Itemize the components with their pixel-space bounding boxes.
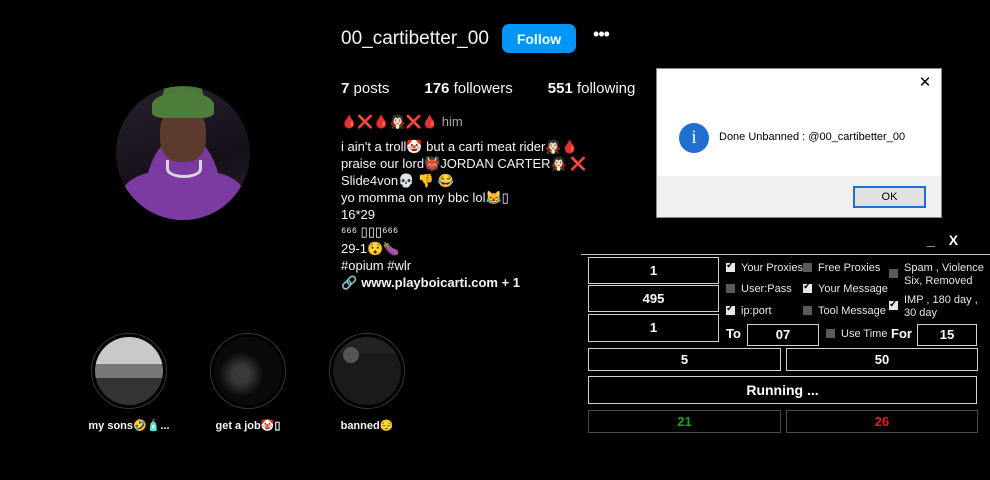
spam-checkbox[interactable]: Spam , Violence Six, Removed — [889, 262, 989, 288]
bio-line: 29-1😯🍆 — [341, 241, 400, 256]
counter-field-3[interactable]: 1 — [588, 314, 719, 342]
counter-field-2[interactable]: 495 — [588, 285, 719, 312]
ip-port-checkbox[interactable]: ip:port — [726, 303, 772, 317]
to-input[interactable]: 07 — [747, 324, 819, 346]
profile-avatar[interactable] — [116, 86, 250, 220]
highlight-ring — [329, 333, 405, 409]
highlight-ring — [210, 333, 286, 409]
use-time-checkbox[interactable]: Use Time — [826, 328, 887, 340]
bio-line: yo momma on my bbc lol😹▯ — [341, 190, 509, 205]
bio-pronouns: 🩸❌🩸🧛🏻❌🩸 him — [341, 114, 463, 129]
checkbox-box[interactable] — [726, 303, 735, 315]
info-icon: i — [679, 123, 709, 153]
posts-count[interactable]: 7 posts — [341, 80, 389, 97]
unban-dialog: ✕ i Done Unbanned : @00_cartibetter_00 O… — [656, 68, 942, 218]
profile-bio: 🩸❌🩸🧛🏻❌🩸 him i ain't a troll🤡 but a carti… — [341, 113, 591, 291]
panel-window-controls: _ X — [927, 232, 972, 248]
profile-username: 00_cartibetter_00 — [341, 28, 489, 49]
highlight-item[interactable]: get a job🤡▯ — [203, 333, 293, 432]
ok-button[interactable]: OK — [853, 186, 926, 208]
checkbox-box[interactable] — [826, 329, 835, 338]
dialog-close-icon[interactable]: ✕ — [917, 73, 933, 91]
left-value-field[interactable]: 5 — [588, 348, 781, 371]
bio-line: i ain't a troll🤡 but a carti meat rider🧛… — [341, 139, 578, 154]
follow-button[interactable]: Follow — [502, 24, 576, 53]
checkbox-box[interactable] — [726, 260, 735, 272]
fail-count: 26 — [786, 410, 978, 433]
panel-close-button[interactable]: X — [949, 232, 958, 248]
bio-line: #opium #wlr — [341, 258, 412, 273]
tool-message-checkbox[interactable]: Tool Message — [803, 305, 886, 317]
your-proxies-checkbox[interactable]: Your Proxies — [726, 260, 803, 274]
to-label: To — [726, 326, 741, 341]
right-value-field[interactable]: 50 — [786, 348, 978, 371]
profile-stats: 7 posts 176 followers 551 following — [341, 80, 670, 97]
highlight-thumbnail — [333, 337, 401, 405]
checkbox-box[interactable] — [889, 269, 898, 278]
highlight-thumbnail — [95, 337, 163, 405]
checkbox-box[interactable] — [803, 306, 812, 315]
free-proxies-checkbox[interactable]: Free Proxies — [803, 262, 880, 274]
dialog-message: Done Unbanned : @00_cartibetter_00 — [719, 131, 906, 143]
checkbox-box[interactable] — [889, 298, 898, 311]
dialog-body: i Done Unbanned : @00_cartibetter_00 — [657, 95, 941, 177]
for-label: For — [891, 326, 912, 341]
your-message-checkbox[interactable]: Your Message — [803, 281, 888, 295]
following-count[interactable]: 551 following — [548, 80, 636, 97]
highlight-label: get a job🤡▯ — [215, 420, 281, 432]
bio-line: ⁶⁶⁶ ▯▯▯⁶⁶⁶ — [341, 224, 399, 239]
for-input[interactable]: 15 — [917, 324, 977, 346]
bio-line: Slide4von💀 👎 😂 — [341, 173, 454, 188]
imp-checkbox[interactable]: IMP , 180 day , 30 day — [889, 294, 989, 320]
bio-link-extra[interactable]: + 1 — [498, 275, 520, 290]
run-status-button[interactable]: Running ... — [588, 376, 977, 404]
checkbox-box[interactable] — [726, 284, 735, 293]
highlight-item[interactable]: my sons🤣🧴... — [84, 333, 174, 432]
more-options-icon[interactable]: ••• — [590, 25, 612, 48]
highlight-thumbnail — [214, 337, 282, 405]
followers-count[interactable]: 176 followers — [424, 80, 512, 97]
bio-link[interactable]: 🔗 www.playboicarti.com + 1 — [341, 274, 591, 291]
bio-line: 16*29 — [341, 207, 375, 222]
success-count: 21 — [588, 410, 781, 433]
highlight-ring — [91, 333, 167, 409]
highlight-label: my sons🤣🧴... — [88, 420, 170, 432]
checkbox-box[interactable] — [803, 281, 812, 293]
bio-link-text[interactable]: www.playboicarti.com — [361, 275, 498, 290]
minimize-button[interactable]: _ — [927, 232, 935, 248]
highlight-label: banned😔 — [340, 420, 394, 432]
bio-line: praise our lord👹JORDAN CARTER🧛🏻 ❌ — [341, 156, 587, 171]
counter-field-1[interactable]: 1 — [588, 257, 719, 284]
link-icon: 🔗 — [341, 275, 358, 290]
dialog-footer: OK — [657, 176, 941, 217]
checkbox-box[interactable] — [803, 263, 812, 272]
highlight-item[interactable]: banned😔 — [322, 333, 412, 432]
panel-divider — [581, 254, 990, 255]
user-pass-checkbox[interactable]: User:Pass — [726, 283, 792, 295]
